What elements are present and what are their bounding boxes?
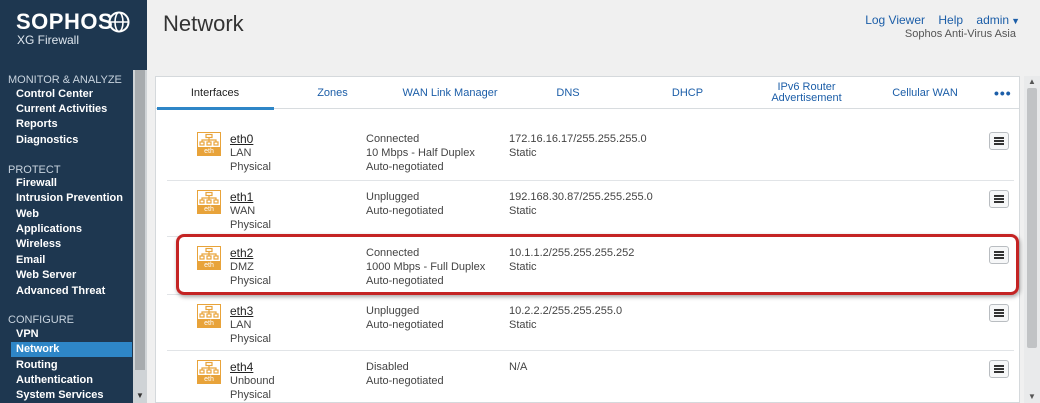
interface-type: Physical bbox=[230, 389, 271, 401]
row-menu-button[interactable] bbox=[989, 304, 1009, 322]
row-menu-button[interactable] bbox=[989, 132, 1009, 150]
status-line: Auto-negotiated bbox=[366, 205, 444, 217]
ip-mode: Static bbox=[509, 319, 537, 331]
ip-address: 10.2.2.2/255.255.255.0 bbox=[509, 305, 623, 317]
content-scroll-thumb[interactable] bbox=[1027, 88, 1037, 348]
status-line: Connected bbox=[366, 133, 420, 145]
status-line: Auto-negotiated bbox=[366, 319, 444, 331]
nav-section-monitor: MONITOR & ANALYZE bbox=[8, 74, 122, 86]
eth-icon-label: eth bbox=[204, 206, 214, 213]
tab-interfaces[interactable]: Interfaces bbox=[156, 77, 274, 109]
interface-zone: Unbound bbox=[230, 375, 275, 387]
admin-menu[interactable]: admin ▼ bbox=[976, 13, 1020, 27]
nav-item-vpn[interactable]: VPN bbox=[11, 327, 132, 342]
organization-name: Sophos Anti-Virus Asia bbox=[904, 28, 1016, 40]
sophos-logo[interactable]: SOPHOS XG Firewall bbox=[16, 9, 130, 47]
nav-item-network[interactable]: Network bbox=[11, 342, 132, 357]
scroll-up-icon[interactable]: ▲ bbox=[1028, 77, 1036, 86]
help-link[interactable]: Help bbox=[938, 13, 963, 27]
tab-cellular-wan[interactable]: Cellular WAN bbox=[865, 77, 985, 109]
interface-name[interactable]: eth1 bbox=[230, 190, 253, 204]
nav-item-current-activities[interactable]: Current Activities bbox=[11, 102, 132, 117]
nav-item-diagnostics[interactable]: Diagnostics bbox=[11, 133, 132, 148]
nav-item-email[interactable]: Email bbox=[11, 253, 132, 268]
active-tab-indicator bbox=[157, 107, 274, 110]
nav-item-applications[interactable]: Applications bbox=[11, 222, 132, 237]
page-title: Network bbox=[163, 11, 244, 36]
nav-section-protect: PROTECT bbox=[8, 164, 61, 176]
nav-section-configure: CONFIGURE bbox=[8, 314, 74, 326]
ip-address: N/A bbox=[509, 361, 528, 373]
product-name: XG Firewall bbox=[17, 33, 80, 47]
interface-row-eth0[interactable]: eth eth0 LAN Physical Connected 10 Mbps … bbox=[167, 123, 1014, 181]
interface-zone: LAN bbox=[230, 147, 252, 159]
top-links: Log Viewer Help admin ▼ bbox=[855, 13, 1020, 27]
brand-name: SOPHOS bbox=[16, 9, 114, 34]
interface-type: Physical bbox=[230, 161, 271, 173]
nav-item-advanced-threat[interactable]: Advanced Threat bbox=[11, 284, 132, 299]
row-menu-button[interactable] bbox=[989, 190, 1009, 208]
tab-zones[interactable]: Zones bbox=[274, 77, 391, 109]
status-line: Unplugged bbox=[366, 305, 420, 317]
interface-name[interactable]: eth3 bbox=[230, 304, 253, 318]
status-line: Auto-negotiated bbox=[366, 375, 444, 387]
interface-name[interactable]: eth0 bbox=[230, 132, 253, 146]
sidebar-scrollbar[interactable]: ▼ bbox=[133, 70, 147, 403]
interface-type: Physical bbox=[230, 219, 271, 231]
status-line: 10 Mbps - Half Duplex bbox=[366, 147, 475, 159]
nav-item-web[interactable]: Web bbox=[11, 207, 132, 222]
tab-bar: Interfaces Zones WAN Link Manager DNS DH… bbox=[156, 77, 1019, 110]
scroll-down-icon[interactable]: ▼ bbox=[136, 391, 144, 400]
nav-item-authentication[interactable]: Authentication bbox=[11, 373, 132, 388]
ip-address: 192.168.30.87/255.255.255.0 bbox=[509, 191, 653, 203]
interface-row-eth4[interactable]: eth eth4 Unbound Physical Disabled Auto-… bbox=[167, 351, 1014, 403]
sidebar: SOPHOS XG Firewall MONITOR & ANALYZE Con… bbox=[0, 0, 147, 403]
status-line: Auto-negotiated bbox=[366, 161, 444, 173]
interface-name[interactable]: eth4 bbox=[230, 360, 253, 374]
nav-item-system-services[interactable]: System Services bbox=[11, 388, 132, 403]
interface-row-eth1[interactable]: eth eth1 WAN Physical Unplugged Auto-neg… bbox=[167, 181, 1014, 237]
tab-dhcp[interactable]: DHCP bbox=[627, 77, 748, 109]
nav-item-control-center[interactable]: Control Center bbox=[11, 87, 132, 102]
tab-wan-link-manager[interactable]: WAN Link Manager bbox=[391, 77, 509, 109]
admin-label: admin bbox=[976, 13, 1010, 27]
eth-icon-label: eth bbox=[204, 376, 214, 383]
more-tabs-icon[interactable]: ••• bbox=[994, 85, 1012, 101]
scroll-down-icon[interactable]: ▼ bbox=[1028, 392, 1036, 401]
ip-address: 172.16.16.17/255.255.255.0 bbox=[509, 133, 647, 145]
status-line: Unplugged bbox=[366, 191, 420, 203]
row-menu-button[interactable] bbox=[989, 360, 1009, 378]
highlight-box bbox=[176, 234, 1019, 295]
nav-item-web-server[interactable]: Web Server bbox=[11, 268, 132, 283]
nav-item-reports[interactable]: Reports bbox=[11, 117, 132, 132]
nav-item-firewall[interactable]: Firewall bbox=[11, 176, 132, 191]
eth-icon-label: eth bbox=[204, 320, 214, 327]
globe-icon bbox=[108, 11, 130, 33]
content-scrollbar[interactable]: ▲ ▼ bbox=[1024, 76, 1040, 403]
tab-ipv6-router-advertisement[interactable]: IPv6 Router Advertisement bbox=[748, 77, 865, 109]
interface-type: Physical bbox=[230, 333, 271, 345]
caret-down-icon: ▼ bbox=[1011, 16, 1020, 26]
tab-dns[interactable]: DNS bbox=[509, 77, 627, 109]
interface-row-eth3[interactable]: eth eth3 LAN Physical Unplugged Auto-neg… bbox=[167, 295, 1014, 351]
interface-zone: WAN bbox=[230, 205, 256, 217]
ip-mode: Static bbox=[509, 147, 537, 159]
sidebar-scroll-thumb[interactable] bbox=[135, 70, 145, 370]
nav-item-wireless[interactable]: Wireless bbox=[11, 237, 132, 252]
status-line: Disabled bbox=[366, 361, 409, 373]
log-viewer-link[interactable]: Log Viewer bbox=[865, 13, 925, 27]
nav-item-routing[interactable]: Routing bbox=[11, 358, 132, 373]
interface-zone: LAN bbox=[230, 319, 252, 331]
eth-icon-label: eth bbox=[204, 148, 214, 155]
ip-mode: Static bbox=[509, 205, 537, 217]
nav-item-intrusion-prevention[interactable]: Intrusion Prevention bbox=[11, 191, 132, 206]
